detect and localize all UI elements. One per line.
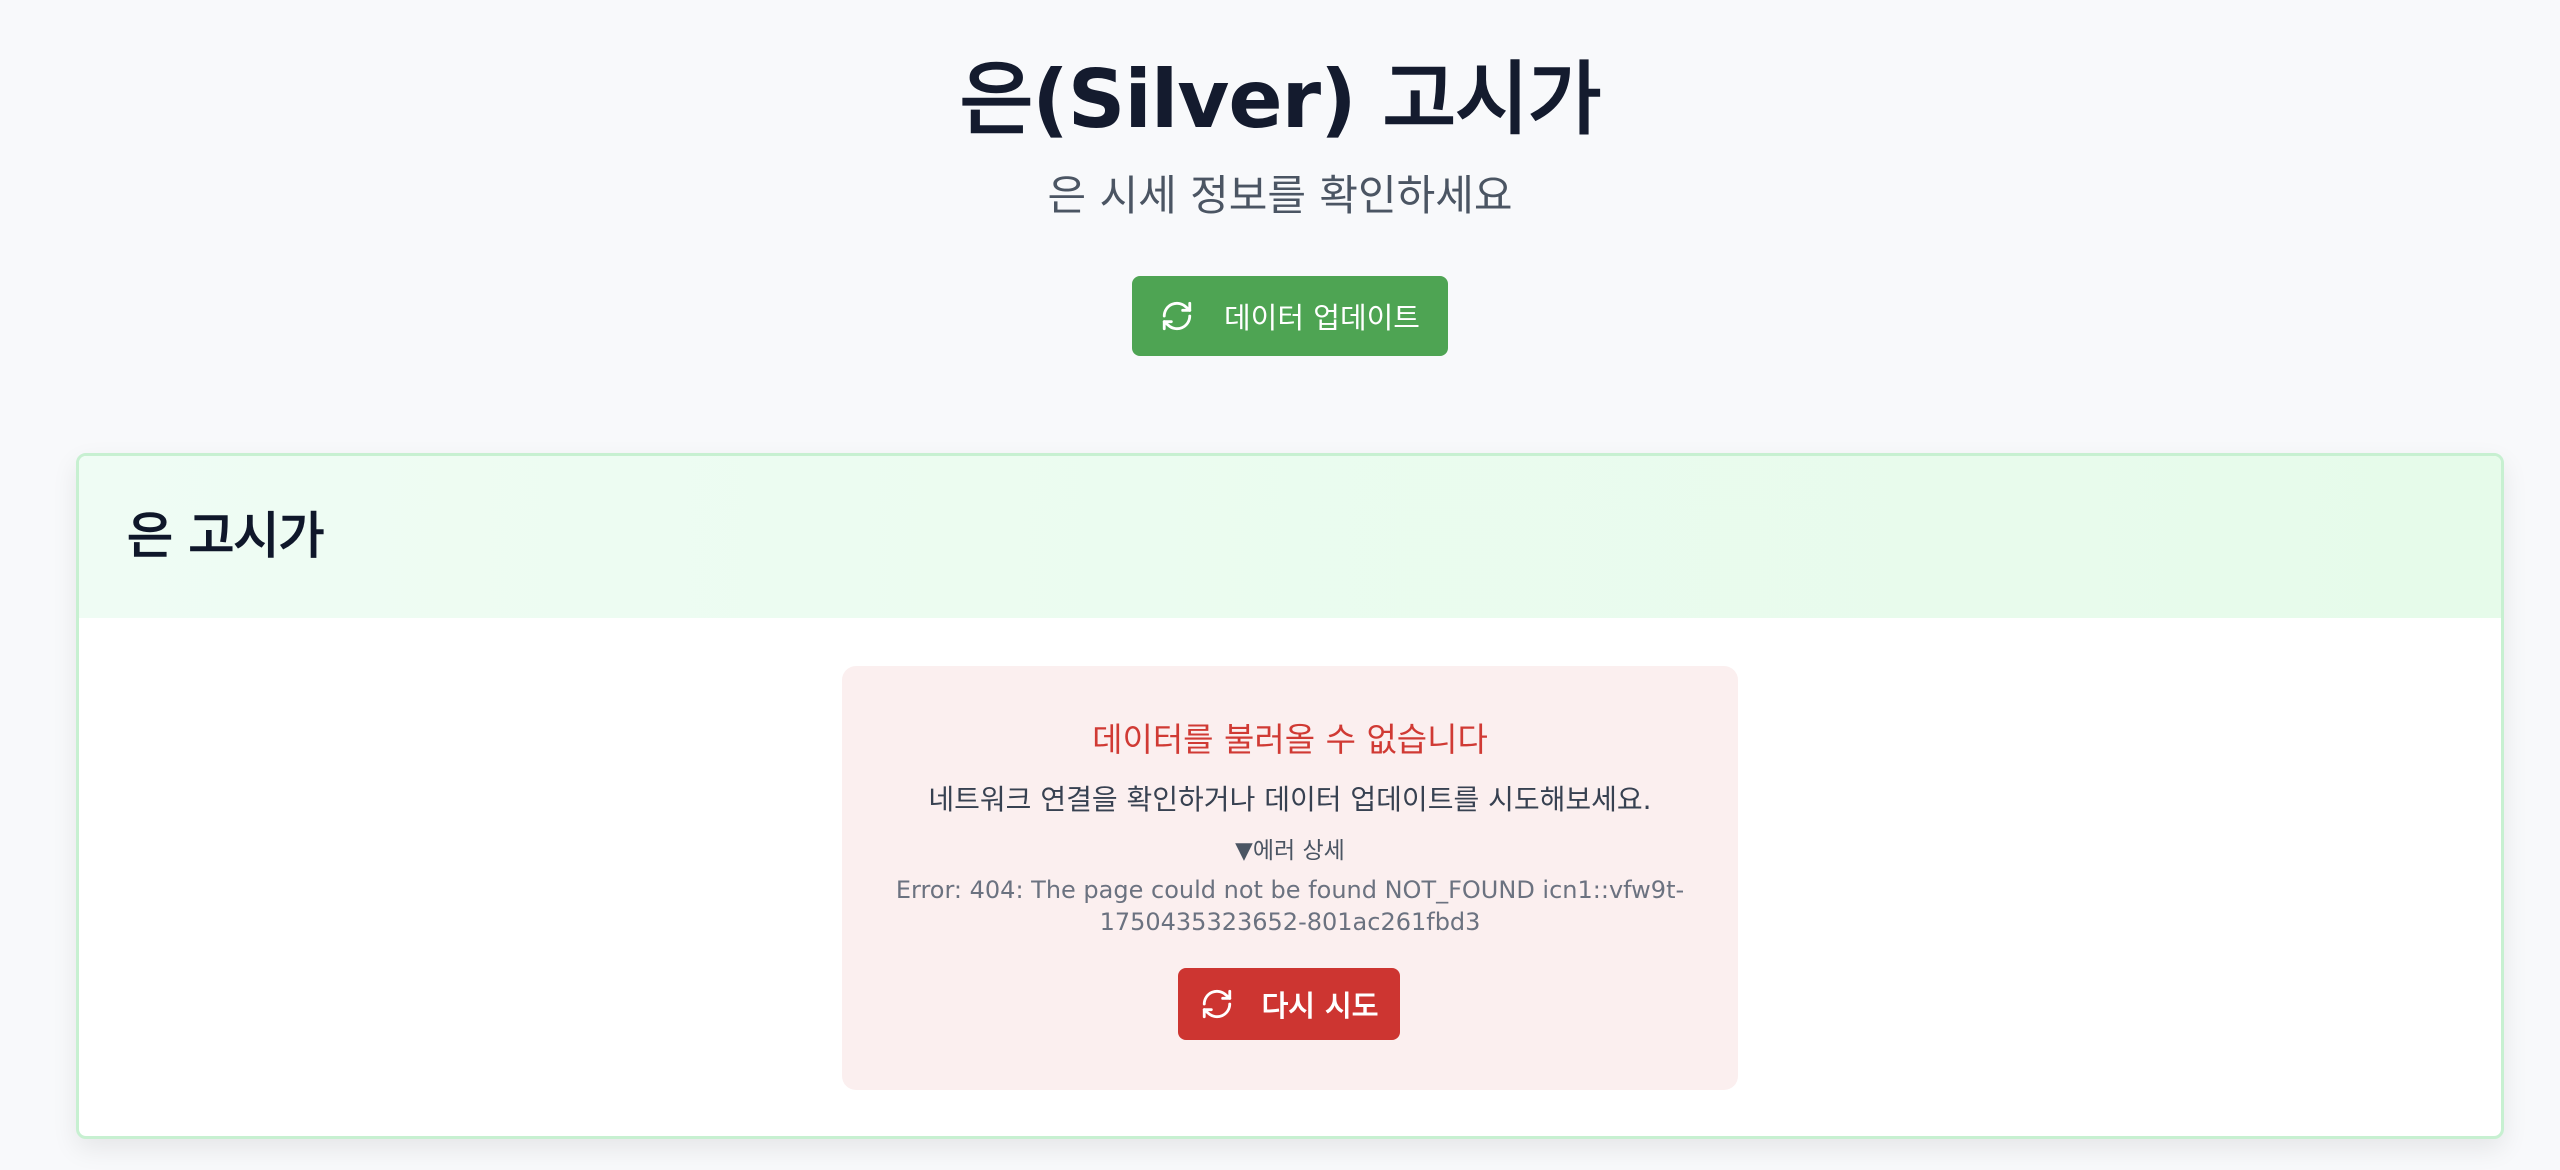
card-title: 은 고시가: [127, 507, 324, 565]
update-data-button-label: 데이터 업데이트: [1224, 301, 1420, 335]
error-message-box: 데이터를 불러올 수 없습니다 네트워크 연결을 확인하거나 데이터 업데이트를…: [842, 666, 1738, 1090]
card-header: 은 고시가: [79, 456, 2501, 618]
update-data-button[interactable]: 데이터 업데이트: [1132, 276, 1448, 356]
refresh-icon: [1200, 987, 1234, 1021]
page-title: 은(Silver) 고시가: [959, 53, 1602, 146]
retry-button-label: 다시 시도: [1261, 989, 1379, 1023]
page: 은(Silver) 고시가 은 시세 정보를 확인하세요 데이터 업데이트 은 …: [0, 0, 2560, 1170]
refresh-icon: [1160, 299, 1194, 333]
error-details-text: Error: 404: The page could not be found …: [895, 876, 1685, 936]
error-details-toggle[interactable]: ▼에러 상세: [842, 834, 1738, 868]
page-subtitle: 은 시세 정보를 확인하세요: [1047, 171, 1513, 220]
retry-button[interactable]: 다시 시도: [1178, 968, 1400, 1040]
error-title: 데이터를 불러올 수 없습니다: [1092, 720, 1488, 759]
error-description: 네트워크 연결을 확인하거나 데이터 업데이트를 시도해보세요.: [928, 783, 1652, 816]
silver-price-card: 은 고시가 데이터를 불러올 수 없습니다 네트워크 연결을 확인하거나 데이터…: [76, 453, 2504, 1139]
